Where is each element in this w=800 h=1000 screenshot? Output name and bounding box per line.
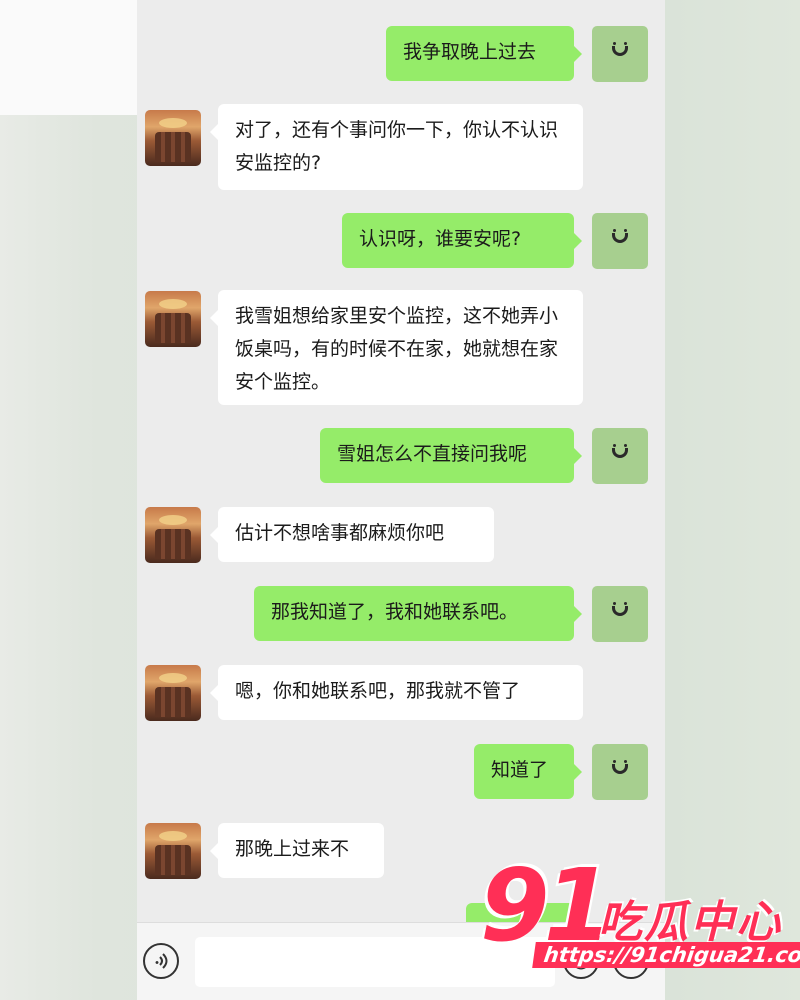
my-avatar[interactable] [592,744,648,800]
smile-icon [612,760,628,774]
watermark-logo-text: 吃瓜中心 [598,897,782,948]
contact-avatar[interactable] [145,823,201,879]
contact-avatar[interactable] [145,507,201,563]
smile-icon [612,229,628,243]
message-bubble-outgoing[interactable]: 雪姐怎么不直接问我呢 [320,428,582,483]
message-bubble-incoming[interactable]: 估计不想啥事都麻烦你吧 [210,507,494,562]
smile-icon [612,42,628,56]
watermark-logo-number: 91 [480,847,613,964]
message-bubble-outgoing[interactable]: 我争取晚上过去 [386,26,582,81]
message-bubble-outgoing[interactable]: 认识呀，谁要安呢? [342,213,582,268]
my-avatar[interactable] [592,26,648,82]
my-avatar[interactable] [592,586,648,642]
contact-avatar[interactable] [145,110,201,166]
message-bubble-incoming[interactable]: 我雪姐想给家里安个监控，这不她弄小饭桌吗，有的时候不在家，她就想在家安个监控。 [210,290,583,405]
watermark: 91 吃瓜中心 https://91chigua21.com [480,856,800,976]
smile-icon [612,444,628,458]
contact-avatar[interactable] [145,665,201,721]
message-bubble-outgoing[interactable]: 知道了 [474,744,582,799]
watermark-url: https://91chigua21.com [532,942,800,968]
message-bubble-incoming[interactable]: 嗯，你和她联系吧，那我就不管了 [210,665,583,720]
contact-avatar[interactable] [145,291,201,347]
message-bubble-incoming[interactable]: 那晚上过来不 [210,823,384,878]
my-avatar[interactable] [592,428,648,484]
message-bubble-outgoing[interactable]: 那我知道了，我和她联系吧。 [254,586,582,641]
smile-icon [612,602,628,616]
message-bubble-incoming[interactable]: 对了，还有个事问你一下，你认不认识安监控的? [210,104,583,190]
my-avatar[interactable] [592,213,648,269]
voice-icon[interactable] [143,943,179,979]
